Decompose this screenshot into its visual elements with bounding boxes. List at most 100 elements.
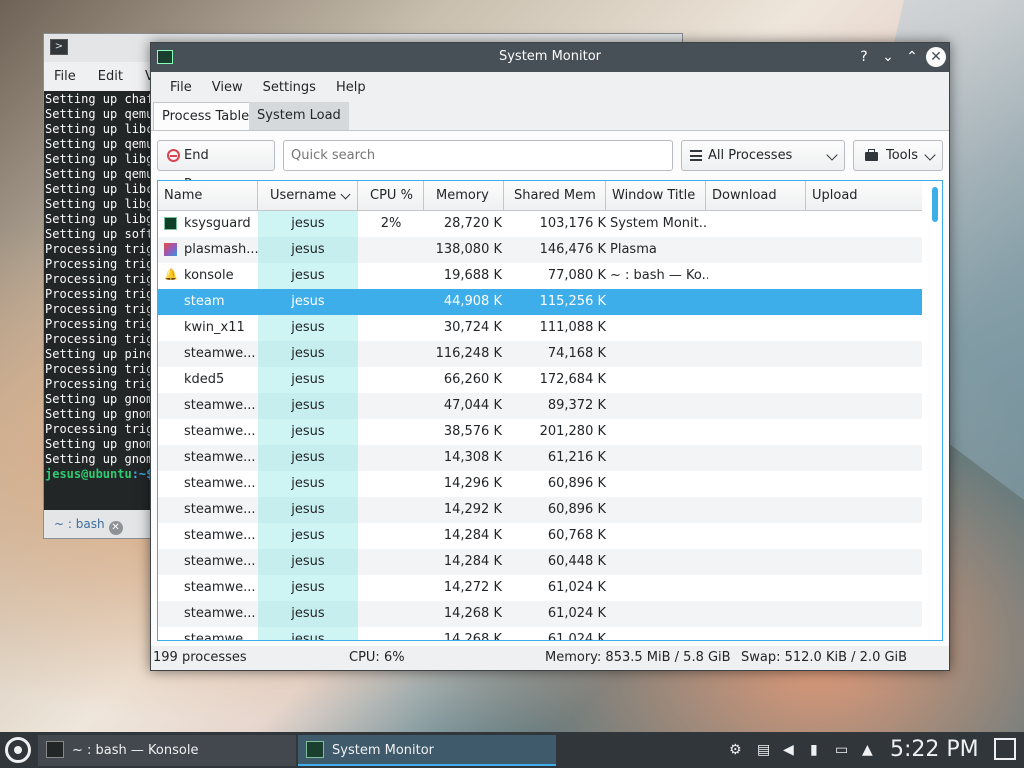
system-monitor-icon [306, 741, 324, 758]
cell-username: jesus [258, 523, 358, 549]
cell-window-title [608, 523, 708, 549]
close-tab-icon[interactable]: ✕ [108, 521, 123, 535]
cell-cpu [358, 367, 424, 393]
terminal-icon [46, 741, 64, 758]
cell-shared-mem: 115,256 K [539, 294, 606, 309]
steam-tray-icon[interactable]: ⚙ [729, 742, 742, 758]
cell-name: steamwe... [184, 528, 256, 543]
task-konsole-label: ~ : bash — Konsole [72, 743, 199, 758]
system-monitor-titlebar[interactable]: System Monitor ? ⌄ ⌃ ✕ [151, 43, 949, 72]
application-launcher-icon[interactable] [5, 737, 31, 763]
table-row[interactable]: steamwe... jesus 116,248 K 74,168 K [158, 341, 922, 367]
process-filter-select[interactable]: All Processes [681, 140, 845, 171]
column-header-username-label: Username [270, 188, 337, 203]
table-row[interactable]: steamwe... jesus 14,284 K 60,448 K [158, 549, 922, 575]
cell-memory: 14,284 K [443, 528, 502, 543]
column-header-username[interactable]: Username [258, 181, 358, 211]
table-row[interactable]: steamwe... jesus 14,268 K 61,024 K [158, 601, 922, 627]
swap-usage: Swap: 512.0 KiB / 2.0 GiB [741, 650, 908, 665]
cell-cpu [358, 497, 424, 523]
table-row[interactable]: konsole jesus 19,688 K 77,080 K ~ : bash — K… [158, 262, 922, 289]
stop-icon [167, 149, 180, 162]
maximize-icon[interactable]: ⌃ [902, 47, 922, 67]
network-icon[interactable]: ▭ [835, 742, 848, 758]
cell-shared-mem: 61,216 K [547, 450, 606, 465]
table-row[interactable]: steamwe... jesus 14,284 K 60,768 K [158, 523, 922, 549]
cell-memory: 44,908 K [443, 294, 502, 309]
cell-memory: 14,296 K [443, 476, 502, 491]
cell-shared-mem: 146,476 K [539, 242, 606, 257]
cell-cpu [358, 549, 424, 575]
clock[interactable]: 5:22 PM [890, 735, 979, 765]
column-header-memory[interactable]: Memory [424, 181, 504, 211]
konsole-menu-edit[interactable]: Edit [98, 69, 123, 84]
table-row[interactable]: plasmash... jesus 138,080 K 146,476 K Plasma [158, 237, 922, 263]
volume-muted-icon[interactable]: ◀ [783, 742, 794, 758]
cell-memory: 14,308 K [443, 450, 502, 465]
menu-help[interactable]: Help [326, 80, 376, 95]
memory-usage: Memory: 853.5 MiB / 5.8 GiB [545, 650, 731, 665]
show-hidden-icons-icon[interactable]: ▲ [862, 742, 873, 758]
cell-memory: 116,248 K [435, 346, 502, 361]
table-row[interactable]: steam jesus 44,908 K 115,256 K [158, 289, 922, 315]
table-row[interactable]: steamwe... jesus 14,268 K 61,024 K [158, 627, 922, 641]
cell-memory: 47,044 K [443, 398, 502, 413]
cell-shared-mem: 61,024 K [547, 606, 606, 621]
minimize-icon[interactable]: ⌄ [878, 47, 898, 67]
table-row[interactable]: steamwe... jesus 38,576 K 201,280 K [158, 419, 922, 445]
cell-name: steamwe... [184, 632, 256, 641]
menu-settings[interactable]: Settings [253, 80, 326, 95]
process-table[interactable]: Name Username CPU % Memory Shared Mem Wi… [157, 180, 943, 641]
column-header-cpu[interactable]: CPU % [358, 181, 424, 211]
status-bar: 199 processes CPU: 6% Memory: 853.5 MiB … [151, 646, 949, 670]
task-system-monitor-label: System Monitor [332, 743, 435, 758]
konsole-tab-bash[interactable]: ~ : bash ✕ [48, 513, 126, 535]
column-header-upload[interactable]: Upload [806, 181, 922, 211]
table-row[interactable]: steamwe... jesus 14,292 K 60,896 K [158, 497, 922, 523]
konsole-menu-file[interactable]: File [54, 69, 76, 84]
table-row[interactable]: steamwe... jesus 14,272 K 61,024 K [158, 575, 922, 601]
system-monitor-window[interactable]: System Monitor ? ⌄ ⌃ ✕ File View Setting… [150, 42, 950, 671]
cell-username: jesus [258, 341, 358, 367]
cell-window-title: System Monit... [610, 216, 708, 231]
table-row[interactable]: steamwe... jesus 14,296 K 60,896 K [158, 471, 922, 497]
column-header-name[interactable]: Name [158, 181, 258, 211]
cell-shared-mem: 74,168 K [547, 346, 606, 361]
table-row[interactable]: kwin_x11 jesus 30,724 K 111,088 K [158, 315, 922, 341]
end-process-button[interactable]: End Process... [157, 140, 275, 192]
cell-name: konsole [184, 268, 234, 283]
cell-name: plasmash... [184, 242, 258, 257]
window-title: System Monitor [498, 49, 602, 64]
column-header-shared-mem[interactable]: Shared Mem [504, 181, 606, 211]
tab-system-load[interactable]: System Load [249, 102, 349, 130]
tools-button[interactable]: Tools [853, 140, 943, 171]
cell-username: jesus [291, 294, 325, 309]
usb-device-icon[interactable]: ▮ [810, 742, 818, 758]
task-system-monitor[interactable]: System Monitor [298, 735, 556, 766]
tab-process-table[interactable]: Process Table [153, 102, 259, 130]
cell-name: steam [184, 294, 225, 309]
table-row[interactable]: steamwe... jesus 14,308 K 61,216 K [158, 445, 922, 471]
table-row[interactable]: kded5 jesus 66,260 K 172,684 K [158, 367, 922, 393]
task-konsole[interactable]: ~ : bash — Konsole [38, 735, 296, 766]
menu-file[interactable]: File [160, 80, 202, 95]
cell-cpu [358, 289, 424, 315]
table-row[interactable]: steamwe... jesus 47,044 K 89,372 K [158, 393, 922, 419]
process-toolbar: End Process... All Processes Tools [151, 131, 949, 192]
table-header: Name Username CPU % Memory Shared Mem Wi… [158, 181, 922, 211]
cell-username: jesus [258, 393, 358, 419]
table-row[interactable]: ksysguard jesus 2% 28,720 K 103,176 K System … [158, 211, 922, 237]
clipboard-icon[interactable]: ▤ [757, 742, 770, 758]
show-desktop-icon[interactable] [994, 738, 1016, 760]
menu-view[interactable]: View [202, 80, 253, 95]
cell-memory: 14,284 K [443, 554, 502, 569]
cell-shared-mem: 61,024 K [547, 632, 606, 641]
cell-name: steamwe... [184, 502, 256, 517]
vertical-scrollbar[interactable] [932, 187, 938, 222]
column-header-download[interactable]: Download [706, 181, 806, 211]
quick-search-input[interactable] [283, 140, 673, 171]
column-header-window-title[interactable]: Window Title [606, 181, 706, 211]
close-icon[interactable]: ✕ [926, 47, 946, 67]
cell-username: jesus [258, 549, 358, 575]
help-icon[interactable]: ? [854, 47, 874, 67]
